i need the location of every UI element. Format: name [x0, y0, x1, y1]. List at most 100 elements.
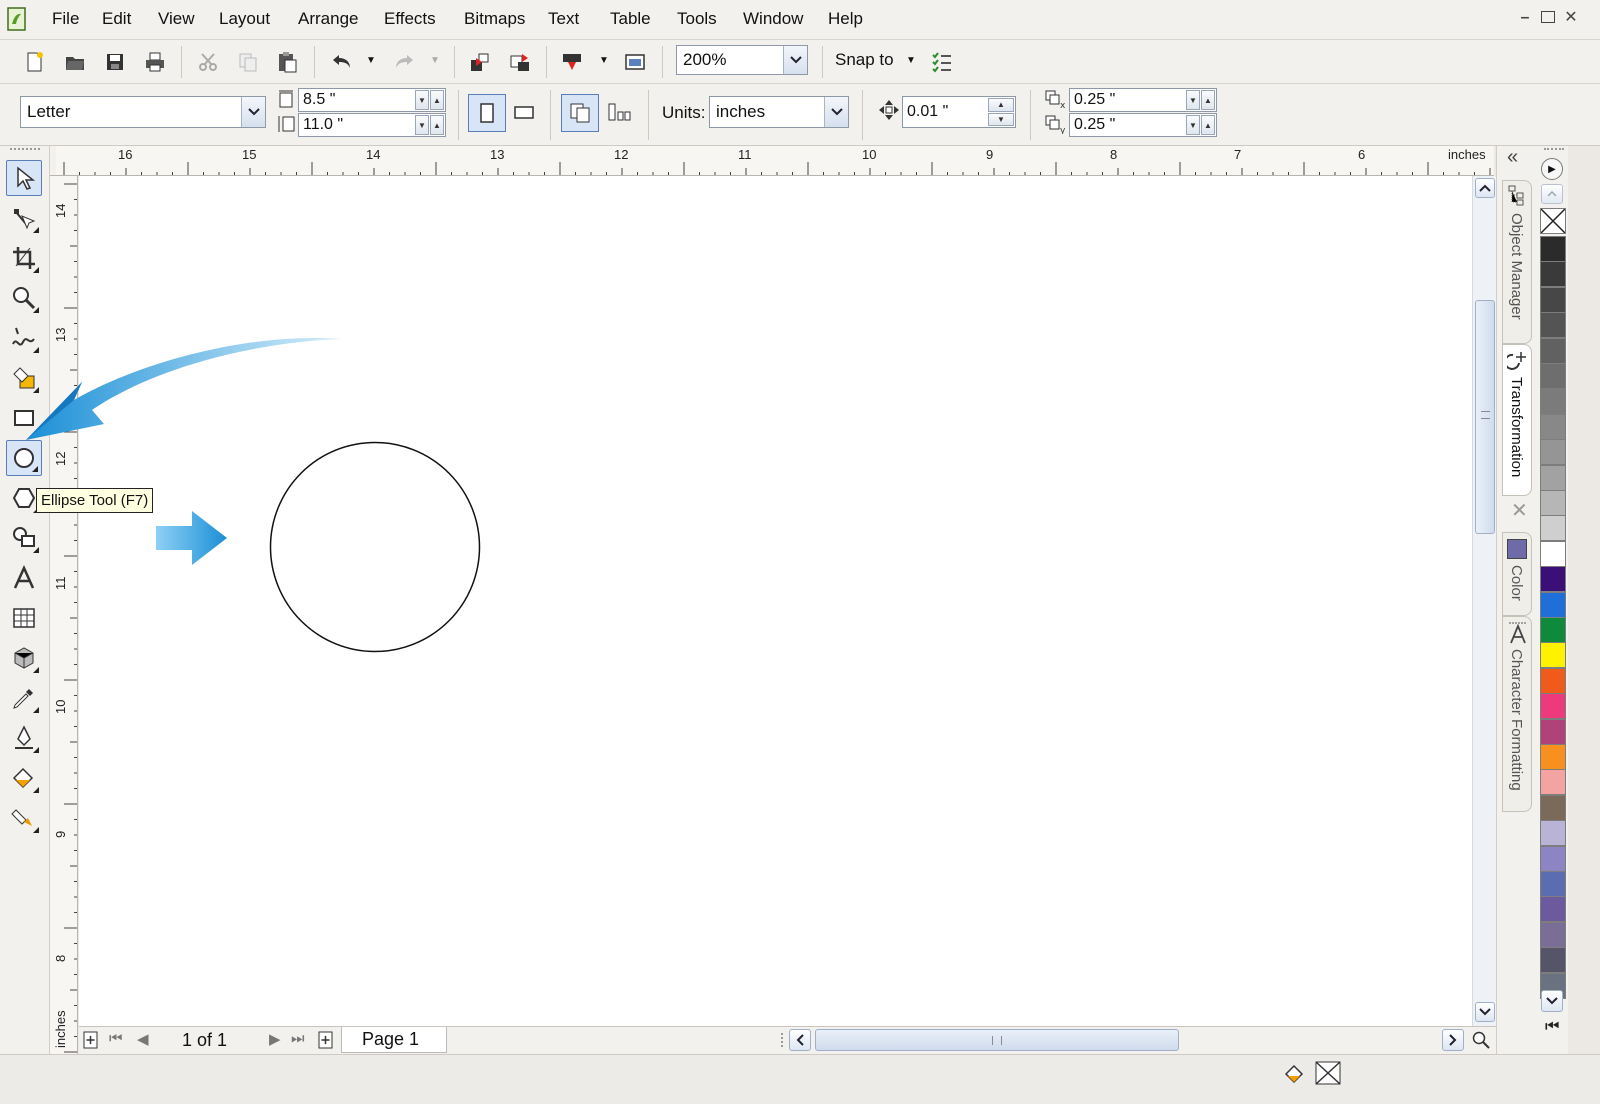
- color-tab[interactable]: Color: [1502, 532, 1532, 616]
- import-button[interactable]: [466, 48, 494, 76]
- current-page-button[interactable]: [605, 98, 633, 126]
- spin-down-icon[interactable]: ▼: [415, 115, 429, 135]
- scroll-left-button[interactable]: [789, 1029, 811, 1051]
- palette-grip[interactable]: [1544, 148, 1564, 150]
- next-page-icon[interactable]: ▶: [269, 1030, 281, 1048]
- spin-down-icon[interactable]: ▼: [1186, 115, 1200, 135]
- splitter-grip[interactable]: [781, 1033, 785, 1047]
- color-swatch[interactable]: [1540, 871, 1566, 897]
- close-button[interactable]: ✕: [1562, 9, 1580, 27]
- menu-bitmaps[interactable]: Bitmaps: [464, 9, 525, 29]
- color-swatch[interactable]: [1540, 464, 1566, 491]
- color-swatch[interactable]: [1540, 693, 1566, 720]
- color-swatch[interactable]: [1540, 261, 1566, 288]
- color-swatch[interactable]: [1540, 744, 1566, 770]
- color-swatch[interactable]: [1540, 921, 1566, 948]
- menu-help[interactable]: Help: [828, 9, 863, 29]
- menu-window[interactable]: Window: [743, 9, 803, 29]
- text-tool[interactable]: [6, 560, 42, 596]
- scroll-right-button[interactable]: [1442, 1029, 1464, 1051]
- close-docker-icon[interactable]: ✕: [1511, 498, 1528, 523]
- redo-button[interactable]: [390, 48, 418, 76]
- table-tool[interactable]: [6, 600, 42, 636]
- color-swatch[interactable]: [1540, 667, 1566, 694]
- color-swatch[interactable]: [1540, 388, 1566, 415]
- application-launcher-button[interactable]: [558, 48, 586, 76]
- spin-up-icon[interactable]: ▲: [430, 90, 444, 110]
- character-formatting-tab[interactable]: Character Formatting: [1502, 616, 1532, 812]
- redo-dropdown-icon[interactable]: ▼: [430, 55, 440, 66]
- restore-button[interactable]: [1541, 11, 1555, 23]
- add-page-before-icon[interactable]: [82, 1031, 100, 1049]
- page-tab[interactable]: Page 1: [341, 1027, 447, 1053]
- color-swatch[interactable]: [1540, 718, 1566, 745]
- chevron-down-icon[interactable]: [824, 97, 848, 127]
- portrait-button[interactable]: [468, 94, 506, 132]
- spin-down-icon[interactable]: ▼: [988, 112, 1014, 126]
- palette-scroll-up[interactable]: [1541, 184, 1563, 204]
- duplicate-distance-x-field[interactable]: 0.25 " ▼ ▲: [1069, 88, 1217, 112]
- color-swatch[interactable]: [1540, 642, 1566, 669]
- welcome-screen-button[interactable]: [621, 48, 649, 76]
- palette-end-icon[interactable]: ⏮: [1545, 1018, 1559, 1036]
- snap-to-dropdown-icon[interactable]: ▼: [906, 55, 916, 66]
- minimize-button[interactable]: –: [1516, 9, 1534, 27]
- object-manager-tab[interactable]: Object Manager: [1502, 180, 1532, 344]
- vertical-scroll-thumb[interactable]: [1475, 300, 1495, 534]
- color-swatch[interactable]: [1540, 820, 1566, 847]
- menu-table[interactable]: Table: [610, 9, 651, 29]
- color-swatch[interactable]: [1540, 312, 1566, 339]
- duplicate-distance-y-field[interactable]: 0.25 " ▼ ▲: [1069, 113, 1217, 137]
- palette-options-button[interactable]: ▶: [1541, 158, 1563, 180]
- palette-scroll-down[interactable]: [1541, 990, 1563, 1012]
- zoom-navigator-icon[interactable]: [1471, 1030, 1491, 1050]
- color-swatch[interactable]: [1540, 591, 1566, 618]
- color-swatch[interactable]: [1540, 947, 1566, 974]
- chevron-down-icon[interactable]: [783, 46, 807, 74]
- undo-dropdown-icon[interactable]: ▼: [366, 55, 376, 66]
- launcher-dropdown-icon[interactable]: ▼: [599, 55, 609, 66]
- color-swatch[interactable]: [1540, 515, 1566, 542]
- horizontal-scroll-thumb[interactable]: [815, 1029, 1179, 1051]
- color-swatch[interactable]: [1540, 617, 1566, 643]
- zoom-level-combo[interactable]: 200%: [676, 45, 808, 75]
- spin-down-icon[interactable]: ▼: [415, 90, 429, 110]
- color-swatch[interactable]: [1540, 413, 1566, 440]
- color-swatch[interactable]: [1540, 566, 1566, 593]
- color-swatch[interactable]: [1540, 286, 1566, 313]
- nudge-distance-field[interactable]: 0.01 " ▲ ▼: [902, 96, 1016, 128]
- spin-up-icon[interactable]: ▲: [1201, 90, 1215, 110]
- color-swatch[interactable]: [1540, 845, 1566, 872]
- last-page-icon[interactable]: ⏭: [291, 1030, 305, 1047]
- spin-up-icon[interactable]: ▲: [430, 115, 444, 135]
- units-combo[interactable]: inches: [709, 96, 849, 128]
- fill-tool[interactable]: [6, 760, 42, 796]
- ellipse-shape[interactable]: [269, 441, 481, 653]
- menu-text[interactable]: Text: [548, 9, 579, 29]
- color-swatch[interactable]: [1540, 363, 1566, 389]
- color-swatch[interactable]: [1540, 490, 1566, 516]
- scroll-down-button[interactable]: [1475, 1002, 1495, 1022]
- spin-down-icon[interactable]: ▼: [1186, 90, 1200, 110]
- export-button[interactable]: [506, 48, 534, 76]
- color-swatch[interactable]: [1540, 794, 1566, 821]
- interactive-fill-tool[interactable]: [6, 800, 42, 836]
- color-swatch[interactable]: [1540, 896, 1566, 923]
- vertical-scrollbar[interactable]: [1472, 176, 1496, 1026]
- color-swatch[interactable]: [1540, 439, 1566, 466]
- spin-up-icon[interactable]: ▲: [988, 98, 1014, 112]
- previous-page-icon[interactable]: ◀: [137, 1030, 149, 1048]
- collapse-dockers-icon[interactable]: «: [1507, 146, 1518, 169]
- options-button[interactable]: [928, 48, 956, 76]
- scroll-up-button[interactable]: [1475, 178, 1495, 198]
- all-pages-button[interactable]: [561, 94, 599, 132]
- first-page-icon[interactable]: ⏮: [109, 1030, 123, 1047]
- menu-effects[interactable]: Effects: [384, 9, 436, 29]
- basic-shapes-tool[interactable]: [6, 520, 42, 556]
- interactive-tool[interactable]: [6, 640, 42, 676]
- color-swatch[interactable]: [1540, 540, 1566, 567]
- transformation-tab[interactable]: Transformation: [1502, 344, 1532, 496]
- color-swatch[interactable]: [1540, 769, 1566, 796]
- color-swatch[interactable]: [1540, 236, 1566, 262]
- spin-up-icon[interactable]: ▲: [1201, 115, 1215, 135]
